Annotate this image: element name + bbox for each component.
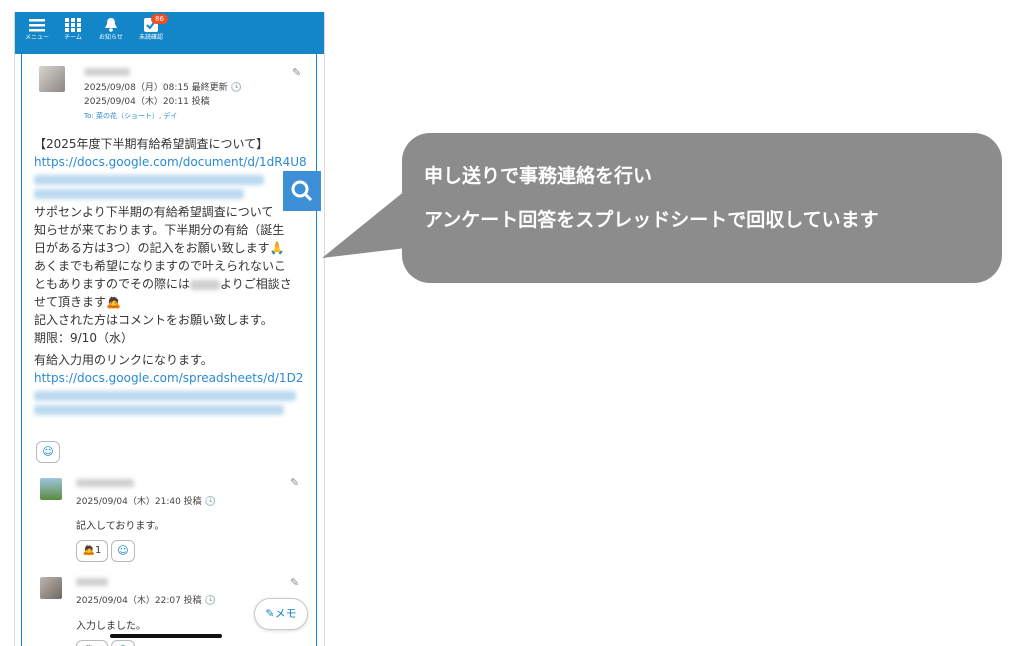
- clock-icon: 🕓: [230, 83, 242, 93]
- body-line: せて頂きます🙇: [34, 295, 121, 309]
- posted-timestamp: 2025/09/04（木）20:11 投稿: [84, 97, 210, 107]
- home-indicator: [110, 634, 222, 638]
- link-redacted[interactable]: [34, 189, 244, 199]
- reaction-count-button[interactable]: 🙇1: [76, 640, 108, 646]
- add-reaction-button[interactable]: ☺: [111, 640, 135, 646]
- body-line-part: ともありますのでその際には: [34, 277, 191, 291]
- clock-icon: 🕓: [204, 497, 216, 507]
- comment-timestamp-text: 2025/09/04（木）22:07 投稿: [76, 596, 202, 606]
- comment-text: 入力しました。: [76, 621, 146, 632]
- smile-icon: ☺: [42, 445, 54, 458]
- edit-icon[interactable]: ✎: [290, 576, 299, 589]
- smile-icon: ☺: [117, 544, 129, 557]
- avatar[interactable]: [40, 577, 62, 599]
- document-link[interactable]: https://docs.google.com/document/d/1dR4U…: [34, 153, 310, 171]
- grid-icon: [65, 18, 81, 32]
- bell-icon: [105, 18, 117, 32]
- body-line: ともありますのでその際には よりご相談さ: [34, 275, 310, 293]
- reaction-count: 1: [95, 545, 102, 556]
- body-line-part: よりご相談さ: [220, 277, 292, 291]
- menu-icon: [29, 19, 45, 32]
- body-line: 日がある方は3つ）の記入をお願い致します🙏: [34, 241, 285, 255]
- face-emoji-icon: 🙇: [82, 545, 96, 556]
- comment-timestamp-text: 2025/09/04（木）21:40 投稿: [76, 497, 202, 507]
- body-line: 期限：9/10（水）: [34, 331, 133, 345]
- name-redacted: [190, 279, 221, 290]
- callout-box: 申し送りで事務連絡を行い アンケート回答をスプレッドシートで回収しています: [402, 133, 1002, 283]
- link-intro: 有給入力用のリンクになります。: [34, 353, 213, 367]
- body-line: あくまでも希望になりますので叶えられないこ: [34, 259, 287, 273]
- comment-text: 記入しております。: [76, 521, 165, 532]
- updated-timestamp: 2025/09/08（月）08:15 最終更新 🕓: [84, 82, 242, 95]
- link-redacted[interactable]: [34, 175, 264, 185]
- link-redacted[interactable]: [34, 391, 296, 401]
- unread-check-label: 未読確認: [138, 34, 163, 41]
- notifications-label: お知らせ: [99, 34, 123, 41]
- unread-badge: 86: [151, 14, 168, 24]
- recipients[interactable]: To: 菜の花（ショート）, デイ: [84, 111, 177, 121]
- author-name-redacted: [76, 578, 108, 586]
- avatar[interactable]: [39, 66, 65, 92]
- callout-pointer: [322, 190, 406, 258]
- link-redacted[interactable]: [34, 405, 284, 415]
- author-name-redacted: [76, 479, 134, 487]
- top-navigation-bar: メニュー チーム お知らせ 86 未読確認: [15, 12, 324, 54]
- updated-text: 2025/09/08（月）08:15 最終更新: [84, 83, 228, 93]
- search-button[interactable]: [283, 171, 321, 211]
- clock-icon: 🕓: [204, 596, 216, 606]
- avatar[interactable]: [40, 478, 62, 500]
- reaction-count-button[interactable]: 🙇1: [76, 540, 108, 562]
- body-line: 知らせが来ております。下半期分の有給（誕生: [34, 223, 285, 237]
- memo-button[interactable]: ✎メモ: [254, 598, 308, 630]
- post-title: 【2025年度下半期有給希望調査について】: [34, 137, 269, 151]
- phone-frame: メニュー チーム お知らせ 86 未読確認 2025/09/08（月）08:15…: [14, 12, 325, 646]
- pencil-icon: ✎: [265, 607, 275, 620]
- body-line: 記入された方はコメントをお願い致します。: [34, 313, 273, 327]
- spreadsheet-link[interactable]: https://docs.google.com/spreadsheets/d/1…: [34, 369, 310, 387]
- body-line: サポセンより下半期の有給希望調査について: [34, 205, 274, 219]
- callout-line-1: 申し送りで事務連絡を行い: [424, 165, 653, 187]
- post-body: 【2025年度下半期有給希望調査について】 https://docs.googl…: [34, 135, 310, 419]
- edit-icon[interactable]: ✎: [292, 66, 301, 79]
- notifications-button[interactable]: お知らせ: [89, 16, 133, 42]
- memo-label: メモ: [274, 607, 297, 620]
- edit-icon[interactable]: ✎: [290, 476, 299, 489]
- callout-line-2: アンケート回答をスプレッドシートで回収しています: [424, 209, 879, 231]
- comment-timestamp: 2025/09/04（木）22:07 投稿 🕓: [76, 595, 216, 608]
- search-icon: [291, 180, 313, 202]
- add-reaction-button[interactable]: ☺: [111, 540, 135, 562]
- timeline-content: 2025/09/08（月）08:15 最終更新 🕓 2025/09/04（木）2…: [21, 54, 317, 646]
- add-reaction-button[interactable]: ☺: [36, 441, 60, 463]
- author-name-redacted: [84, 68, 130, 76]
- comment-timestamp: 2025/09/04（木）21:40 投稿 🕓: [76, 496, 216, 509]
- unread-check-button[interactable]: 86 未読確認: [129, 14, 173, 42]
